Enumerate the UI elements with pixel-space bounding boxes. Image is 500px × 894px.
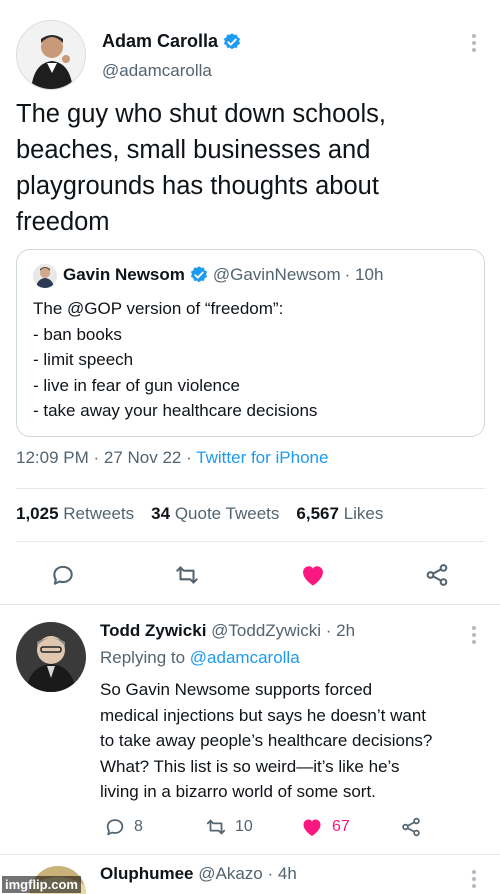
likes-stat[interactable]: 6,567 Likes	[296, 504, 383, 524]
heart-filled-icon	[303, 566, 323, 586]
share-icon	[402, 817, 420, 837]
retweet-icon	[206, 819, 226, 835]
quoted-author-name: Gavin Newsom	[63, 265, 185, 284]
reply-icon	[106, 819, 124, 836]
quoted-text: The @GOP version of “freedom”: - ban boo…	[33, 296, 317, 424]
reply-line: living in a bizarro world of some sort.	[100, 782, 376, 801]
likes-label: Likes	[343, 504, 384, 523]
quoted-line: The @GOP version of “freedom”:	[33, 299, 284, 318]
more-options-icon[interactable]	[470, 626, 478, 644]
quoted-line: - live in fear of gun violence	[33, 375, 240, 395]
quoted-author-row: Gavin Newsom @GavinNewsom · 10h	[63, 265, 383, 285]
next-reply-author-name[interactable]: Oluphumee	[100, 864, 194, 883]
like-button[interactable]	[299, 561, 327, 594]
reply-count: 8	[134, 818, 143, 835]
imgflip-watermark: imgflip.com	[2, 876, 81, 893]
reply-like-button[interactable]: 67	[300, 815, 350, 839]
next-reply-author-row: Oluphumee @Akazo · 4h	[100, 864, 297, 884]
tweet-stats-row: 1,025 Retweets 34 Quote Tweets 6,567 Lik…	[16, 504, 383, 524]
more-options-icon[interactable]	[470, 870, 478, 888]
author-handle[interactable]: @adamcarolla	[102, 61, 212, 81]
quoted-line: - ban books	[33, 324, 122, 344]
share-button[interactable]	[424, 562, 450, 593]
reply-time: · 2h	[325, 621, 356, 640]
verified-badge-icon	[222, 32, 242, 52]
tweet-timestamp-row: 12:09 PM · 27 Nov 22 · Twitter for iPhon…	[16, 448, 328, 468]
divider	[16, 488, 485, 489]
replying-to-link[interactable]: @adamcarolla	[190, 648, 300, 667]
quoted-author-handle: @GavinNewsom	[212, 265, 341, 284]
reply-button[interactable]	[50, 562, 76, 593]
avatar-adam-carolla[interactable]	[16, 20, 86, 90]
reply-text: So Gavin Newsome supports forced medical…	[100, 677, 432, 805]
author-name-row: Adam Carolla	[102, 31, 242, 52]
replying-to-label: Replying to	[100, 648, 186, 667]
reply-author-row: Todd Zywicki @ToddZywicki · 2h	[100, 621, 355, 641]
more-options-icon[interactable]	[470, 34, 478, 52]
quoted-tweet-card[interactable]: Gavin Newsom @GavinNewsom · 10h The @GOP…	[16, 249, 485, 437]
quoted-line: - take away your healthcare decisions	[33, 401, 318, 420]
quoted-time: · 10h	[344, 265, 384, 284]
tweet-source-link[interactable]: Twitter for iPhone	[196, 448, 328, 467]
avatar-todd-zywicki[interactable]	[16, 622, 86, 692]
retweets-count: 1,025	[16, 504, 59, 523]
divider	[16, 541, 485, 542]
replying-to-row: Replying to @adamcarolla	[100, 648, 300, 668]
reply-author-handle[interactable]: @ToddZywicki	[211, 621, 321, 640]
reply-line: What? This list is so weird—it’s like he…	[100, 756, 400, 776]
next-reply-time: · 4h	[267, 864, 297, 883]
reply-share-button[interactable]	[400, 816, 422, 838]
heart-filled-icon	[303, 819, 321, 836]
retweet-button[interactable]	[174, 562, 200, 593]
reply-icon	[53, 565, 73, 585]
reply-line: So Gavin Newsome supports forced	[100, 680, 373, 699]
quote-tweets-label: Quote Tweets	[174, 504, 280, 523]
quoted-line: - limit speech	[33, 350, 134, 369]
tweet-text: The guy who shut down schools, beaches, …	[16, 100, 386, 236]
reply-line: medical injections but says he doesn’t w…	[100, 705, 427, 725]
reply-line: to take away people’s healthcare decisio…	[100, 731, 433, 750]
reply-reply-button[interactable]: 8	[104, 816, 143, 838]
likes-count: 6,567	[296, 504, 339, 523]
verified-badge-icon	[189, 265, 209, 285]
quote-tweets-stat[interactable]: 34 Quote Tweets	[151, 504, 279, 524]
next-reply-author-handle[interactable]: @Akazo	[198, 864, 263, 883]
share-icon	[426, 564, 448, 586]
quote-tweets-count: 34	[151, 504, 171, 523]
tweet-timestamp: 12:09 PM · 27 Nov 22 ·	[16, 448, 197, 467]
retweets-stat[interactable]: 1,025 Retweets	[16, 504, 134, 524]
author-name[interactable]: Adam Carolla	[102, 31, 218, 52]
reply-author-name[interactable]: Todd Zywicki	[100, 621, 206, 640]
divider	[0, 854, 500, 855]
retweets-label: Retweets	[63, 504, 135, 523]
like-count: 67	[332, 818, 350, 835]
reply-retweet-button[interactable]: 10	[205, 816, 253, 838]
avatar-gavin-newsom	[33, 264, 57, 288]
retweet-icon	[176, 566, 198, 584]
divider	[0, 604, 500, 605]
retweet-count: 10	[235, 818, 253, 835]
